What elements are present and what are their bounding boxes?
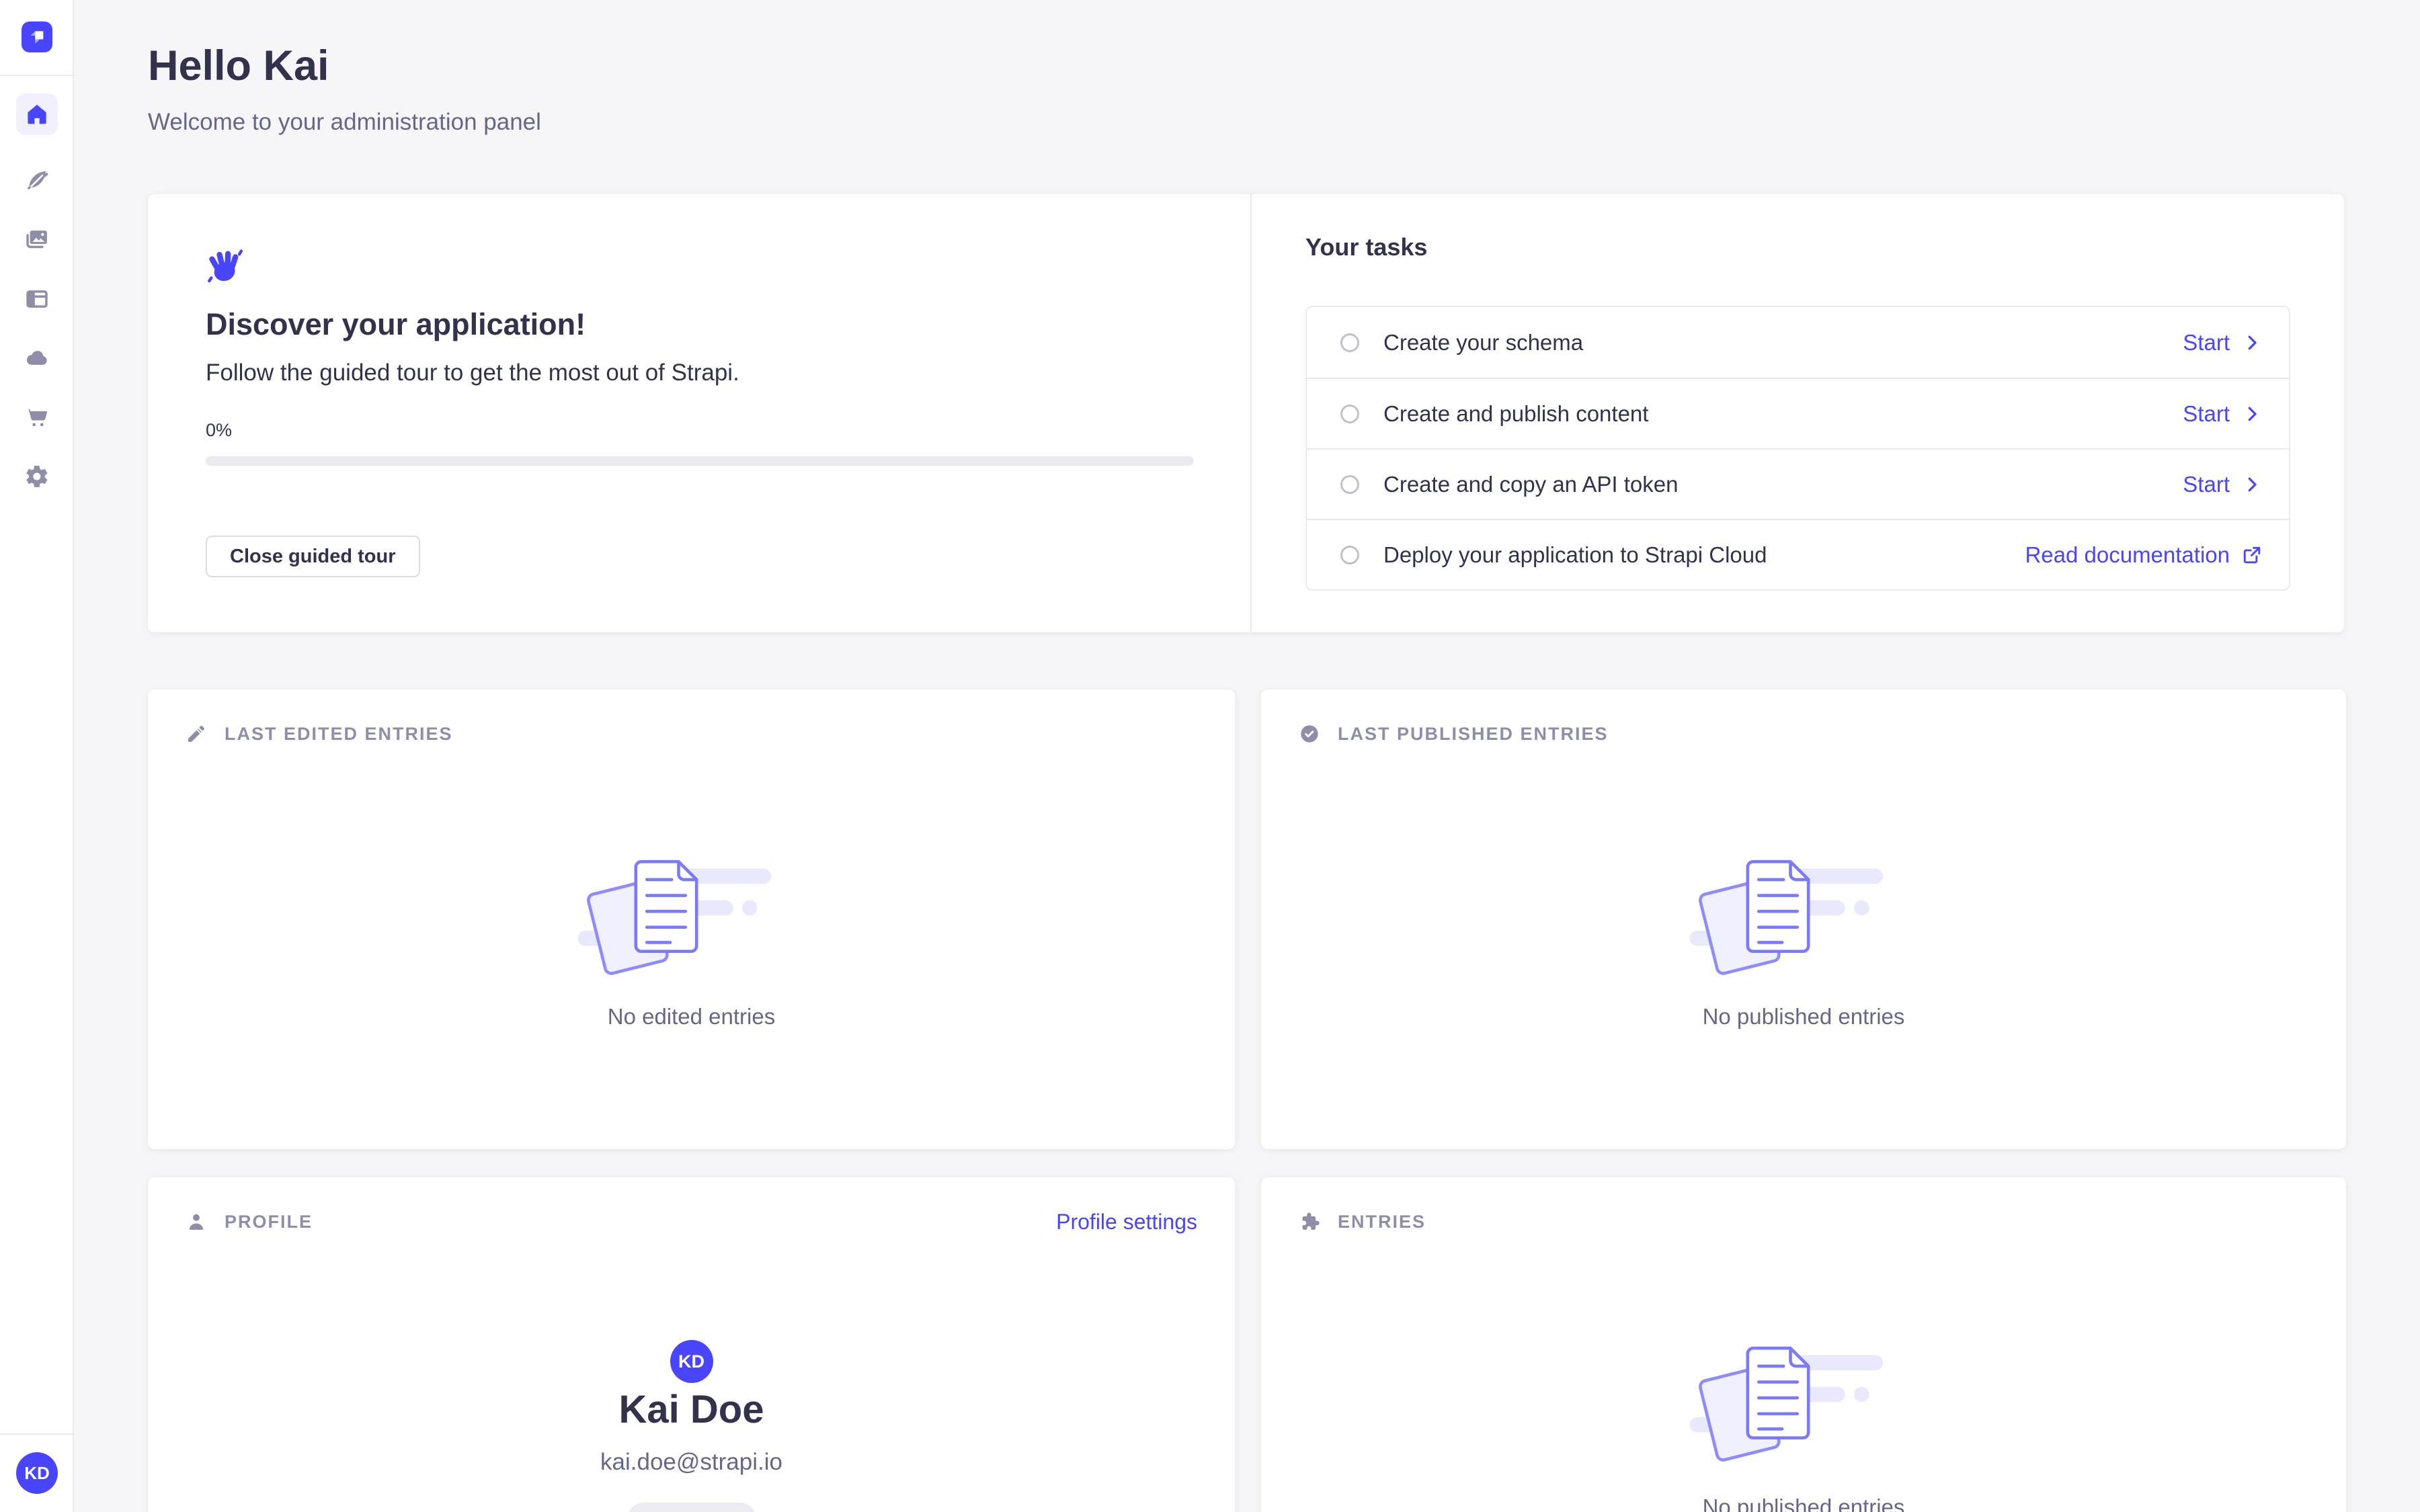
strapi-logo-icon xyxy=(22,22,52,52)
last-edited-entries-card: LAST EDITED ENTRIES No edited entries xyxy=(148,689,1235,1149)
strapi-logo[interactable] xyxy=(22,22,52,52)
task-start-link[interactable]: Start xyxy=(2183,401,2262,427)
documents-illustration xyxy=(577,856,806,984)
puzzle-icon xyxy=(1299,1211,1320,1232)
waving-hand-icon xyxy=(206,247,245,286)
pencil-icon xyxy=(186,723,207,745)
documents-illustration xyxy=(1689,856,1918,984)
feather-icon xyxy=(24,168,50,194)
sidebar-item-media-library[interactable] xyxy=(16,219,58,261)
documents-illustration xyxy=(1689,1343,1918,1470)
task-label: Create your schema xyxy=(1383,330,1583,355)
task-label: Deploy your application to Strapi Cloud xyxy=(1383,542,1767,568)
external-link-icon xyxy=(2242,545,2262,565)
sidebar-divider-bottom xyxy=(0,1433,74,1435)
images-icon xyxy=(24,227,50,253)
your-tasks-section: Your tasks Create your schema Start Crea… xyxy=(1252,194,2344,632)
profile-email: kai.doe@strapi.io xyxy=(148,1449,1235,1476)
task-row-api-token: Create and copy an API token Start xyxy=(1307,448,2289,519)
layout-icon xyxy=(24,286,50,312)
task-row-deploy-cloud: Deploy your application to Strapi Cloud … xyxy=(1307,519,2289,589)
guided-tour-title: Discover your application! xyxy=(206,307,586,342)
task-read-documentation-link[interactable]: Read documentation xyxy=(2025,542,2262,568)
widget-header: PROFILE xyxy=(186,1211,313,1232)
chevron-right-icon xyxy=(2242,404,2262,424)
task-status-circle xyxy=(1340,333,1359,352)
page-subtitle: Welcome to your administration panel xyxy=(148,109,541,136)
sidebar-item-content-manager[interactable] xyxy=(16,160,58,202)
cart-icon xyxy=(24,405,50,430)
page-title: Hello Kai xyxy=(148,42,329,90)
task-status-circle xyxy=(1340,546,1359,564)
gear-icon xyxy=(24,464,50,489)
task-start-link[interactable]: Start xyxy=(2183,472,2262,497)
widget-header: LAST EDITED ENTRIES xyxy=(186,723,453,745)
profile-action-button[interactable] xyxy=(628,1503,756,1512)
profile-name: Kai Doe xyxy=(148,1387,1235,1432)
chevron-right-icon xyxy=(2242,333,2262,353)
progress-bar xyxy=(206,456,1194,466)
chevron-right-icon xyxy=(2242,474,2262,495)
sidebar-divider-top xyxy=(0,75,74,76)
task-label: Create and publish content xyxy=(1383,401,1648,427)
guided-tour-section: Discover your application! Follow the gu… xyxy=(148,194,1250,632)
widget-title: LAST EDITED ENTRIES xyxy=(225,724,453,745)
strapi-admin-dashboard: KD Hello Kai Welcome to your administrat… xyxy=(0,0,2420,1512)
widget-header: ENTRIES xyxy=(1299,1211,1426,1232)
profile-card: PROFILE Profile settings KD Kai Doe kai.… xyxy=(148,1177,1235,1512)
widget-title: LAST PUBLISHED ENTRIES xyxy=(1338,724,1609,745)
check-circle-icon xyxy=(1299,723,1320,745)
task-row-create-schema: Create your schema Start xyxy=(1307,307,2289,378)
guided-tour-subtitle: Follow the guided tour to get the most o… xyxy=(206,360,739,386)
entries-card: ENTRIES No published entries xyxy=(1261,1177,2346,1512)
sidebar: KD xyxy=(0,0,74,1512)
empty-state-message: No published entries xyxy=(1261,1004,2346,1030)
task-status-circle xyxy=(1340,405,1359,423)
task-row-publish-content: Create and publish content Start xyxy=(1307,378,2289,448)
profile-settings-link[interactable]: Profile settings xyxy=(1056,1210,1197,1234)
sidebar-item-marketplace[interactable] xyxy=(16,396,58,438)
empty-state-message: No published entries xyxy=(1261,1495,2346,1512)
task-list: Create your schema Start Create and publ… xyxy=(1305,306,2290,591)
sidebar-item-content-type-builder[interactable] xyxy=(16,278,58,320)
task-label: Create and copy an API token xyxy=(1383,472,1678,497)
last-published-entries-card: LAST PUBLISHED ENTRIES No published entr… xyxy=(1261,689,2346,1149)
task-start-link[interactable]: Start xyxy=(2183,330,2262,355)
person-icon xyxy=(186,1211,207,1232)
task-status-circle xyxy=(1340,475,1359,494)
cloud-icon xyxy=(24,345,50,371)
user-avatar[interactable]: KD xyxy=(16,1452,58,1494)
empty-state-message: No edited entries xyxy=(148,1004,1235,1030)
sidebar-item-settings[interactable] xyxy=(16,456,58,497)
close-guided-tour-button[interactable]: Close guided tour xyxy=(206,536,420,577)
sidebar-item-deploy[interactable] xyxy=(16,337,58,379)
tasks-title: Your tasks xyxy=(1305,233,1427,261)
guided-tour-card: Discover your application! Follow the gu… xyxy=(148,194,2344,632)
home-icon xyxy=(24,101,50,127)
profile-avatar: KD xyxy=(670,1340,713,1383)
widget-title: PROFILE xyxy=(225,1212,313,1232)
progress-label: 0% xyxy=(206,420,232,441)
widget-header: LAST PUBLISHED ENTRIES xyxy=(1299,723,1609,745)
sidebar-item-home[interactable] xyxy=(16,93,58,135)
widget-title: ENTRIES xyxy=(1338,1212,1426,1232)
